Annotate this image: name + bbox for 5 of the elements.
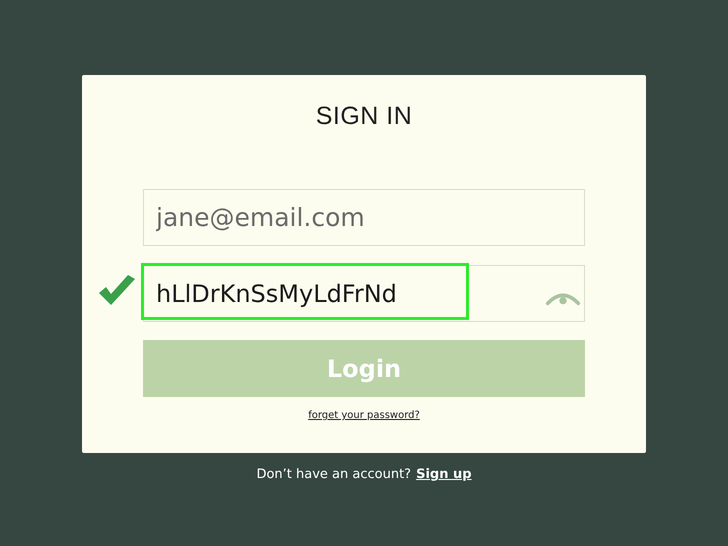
forgot-password-link[interactable]: forget your password? — [308, 410, 420, 421]
card-title: SIGN IN — [316, 101, 412, 131]
password-field[interactable]: hLlDrKnSsMyLdFrNd — [143, 265, 585, 322]
sign-up-link[interactable]: Sign up — [416, 467, 472, 482]
signup-prompt: Don’t have an account? — [256, 467, 412, 482]
